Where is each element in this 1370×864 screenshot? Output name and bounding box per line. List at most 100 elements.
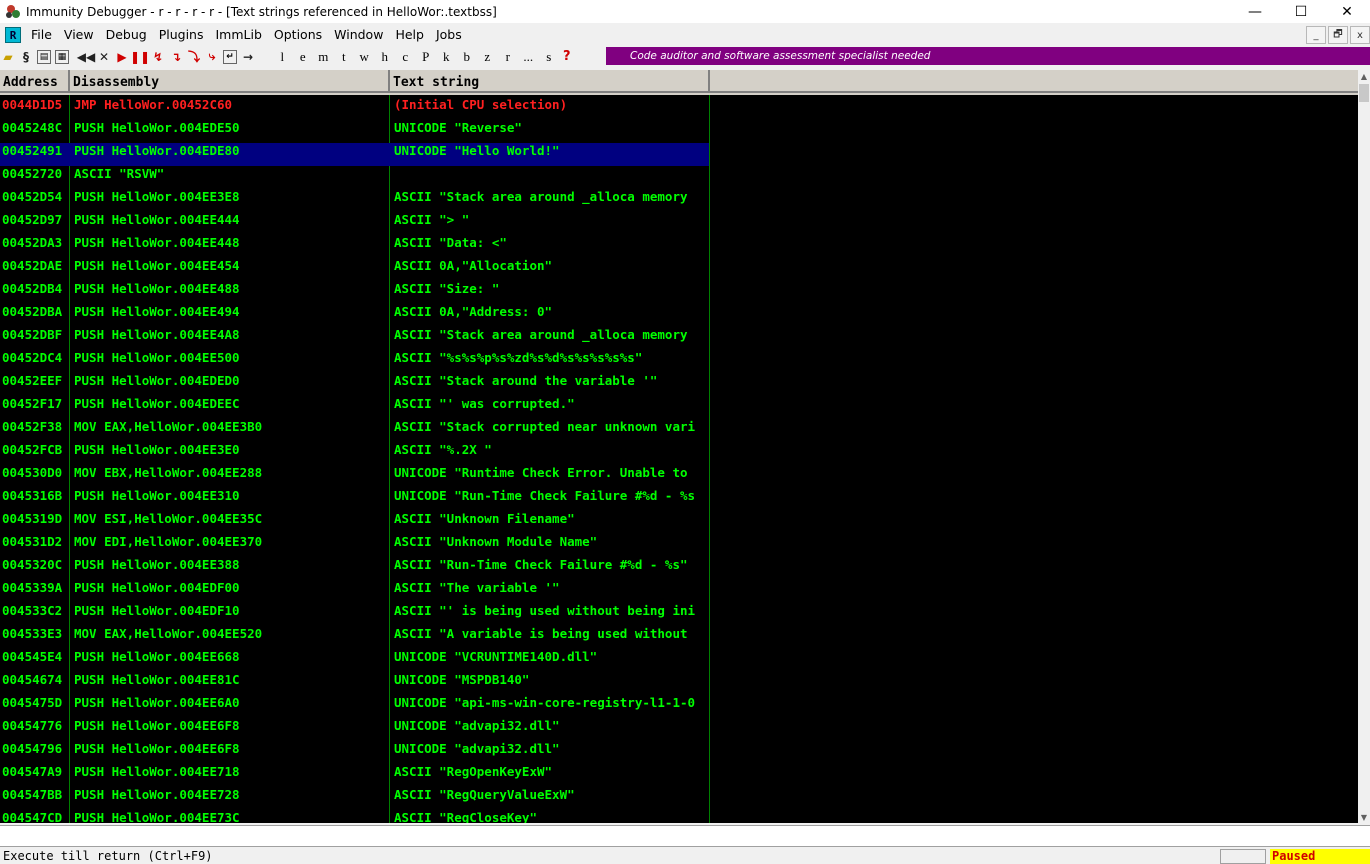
row-address: 004533C2 — [2, 603, 63, 618]
column-header-address[interactable]: Address — [0, 70, 70, 93]
status-panel — [1220, 849, 1266, 864]
row-disassembly: MOV EAX,HelloWor.004EE520 — [74, 626, 263, 641]
row-text-string: ASCII "Stack corrupted near unknown vari — [394, 419, 696, 434]
scroll-down-arrow-icon[interactable]: ▼ — [1358, 811, 1370, 823]
row-text-string: ASCII "RegQueryValueExW" — [394, 787, 575, 802]
restart-icon[interactable]: ◀◀ — [77, 49, 95, 65]
child-restore-button[interactable]: 🗗 — [1328, 26, 1348, 44]
row-disassembly: PUSH HelloWor.004EE488 — [74, 281, 240, 296]
row-disassembly: MOV EAX,HelloWor.004EE3B0 — [74, 419, 263, 434]
pycommand-window-icon[interactable]: ▤ — [37, 49, 51, 64]
close-button[interactable]: ✕ — [1324, 0, 1370, 23]
child-close-button[interactable]: x — [1350, 26, 1370, 44]
row-disassembly: PUSH HelloWor.004EDF00 — [74, 580, 240, 595]
row-text-string: ASCII "RegCloseKey" — [394, 810, 537, 823]
row-address: 00452DAE — [2, 258, 63, 273]
text-strings-listing[interactable]: Address Disassembly Text string 0044D1D5… — [0, 70, 1358, 823]
row-disassembly: PUSH HelloWor.004EDE50 — [74, 120, 240, 135]
cpu-button[interactable]: c — [395, 49, 416, 65]
window-letter-buttons: l e m t w h c P k b z r ... s — [272, 49, 559, 65]
row-text-string: ASCII "Unknown Filename" — [394, 511, 575, 526]
log-window-icon[interactable]: ▦ — [55, 49, 69, 64]
source-button[interactable]: s — [539, 49, 560, 65]
references-button[interactable]: r — [498, 49, 519, 65]
row-text-string: ASCII "Run-Time Check Failure #%d - %s" — [394, 557, 688, 572]
row-disassembly: PUSH HelloWor.004EE6F8 — [74, 741, 240, 756]
row-disassembly: PUSH HelloWor.004EE81C — [74, 672, 240, 687]
python-script-icon[interactable]: § — [18, 49, 34, 65]
run-icon[interactable]: ▶ — [114, 49, 130, 65]
executable-modules-button[interactable]: e — [293, 49, 314, 65]
row-disassembly: PUSH HelloWor.004EE4A8 — [74, 327, 240, 342]
close-debuggee-icon[interactable]: ✕ — [96, 49, 112, 65]
log-window-button[interactable]: l — [272, 49, 293, 65]
row-address: 00452FCB — [2, 442, 63, 457]
scroll-up-arrow-icon[interactable]: ▲ — [1358, 70, 1370, 82]
row-address: 0044D1D5 — [2, 97, 63, 112]
open-folder-icon[interactable]: ▰ — [0, 49, 16, 65]
column-header-text-string[interactable]: Text string — [390, 70, 710, 93]
immunity-logo-icon — [6, 4, 20, 19]
row-address: 0045316B — [2, 488, 63, 503]
row-disassembly: PUSH HelloWor.004EE6F8 — [74, 718, 240, 733]
menu-window[interactable]: Window — [328, 25, 389, 45]
row-disassembly: PUSH HelloWor.004EDF10 — [74, 603, 240, 618]
menu-view[interactable]: View — [58, 25, 100, 45]
menu-debug[interactable]: Debug — [100, 25, 153, 45]
maximize-button[interactable]: ☐ — [1278, 0, 1324, 23]
row-text-string: ASCII "RegOpenKeyExW" — [394, 764, 553, 779]
scrollbar-thumb[interactable] — [1359, 84, 1369, 102]
menu-immlib[interactable]: ImmLib — [209, 25, 267, 45]
go-to-icon[interactable]: → — [240, 49, 256, 65]
row-disassembly: PUSH HelloWor.004EE728 — [74, 787, 240, 802]
listing-header: Address Disassembly Text string — [0, 70, 1358, 95]
row-text-string: ASCII "Size: " — [394, 281, 500, 296]
row-address: 0045475D — [2, 695, 63, 710]
breakpoints-button[interactable]: b — [457, 49, 478, 65]
execute-till-return-icon[interactable]: ↵ — [223, 49, 237, 64]
row-disassembly: ASCII "RSVW" — [74, 166, 165, 181]
ad-banner[interactable]: Code auditor and software assessment spe… — [606, 47, 1370, 65]
help-icon[interactable]: ? — [563, 49, 571, 64]
vertical-scrollbar[interactable]: ▲ ▼ — [1358, 70, 1370, 823]
row-text-string: ASCII "A variable is being used without — [394, 626, 688, 641]
patches-button[interactable]: P — [416, 49, 437, 65]
menu-file[interactable]: File — [25, 25, 58, 45]
row-address: 004533E3 — [2, 626, 63, 641]
row-disassembly: PUSH HelloWor.004EE3E8 — [74, 189, 240, 204]
row-text-string: ASCII "%.2X " — [394, 442, 492, 457]
command-input[interactable] — [0, 825, 1370, 847]
minimize-button[interactable]: — — [1232, 0, 1278, 23]
row-text-string: ASCII "' is being used without being ini — [394, 603, 696, 618]
toolbar: ▰ § ▤ ▦ ◀◀ ✕ ▶ ❚❚ ↯ ↴ ⤵ ⤷ ↵ → l e m t w … — [0, 47, 1370, 66]
menu-plugins[interactable]: Plugins — [153, 25, 210, 45]
column-divider — [69, 95, 70, 823]
pause-icon[interactable]: ❚❚ — [130, 49, 150, 65]
row-disassembly: PUSH HelloWor.004EE718 — [74, 764, 240, 779]
row-text-string: UNICODE "Runtime Check Error. Unable to — [394, 465, 688, 480]
call-stack-button[interactable]: k — [436, 49, 457, 65]
r-window-icon[interactable]: R — [5, 27, 21, 43]
menu-jobs[interactable]: Jobs — [430, 25, 468, 45]
windows-button[interactable]: w — [354, 49, 375, 65]
row-address: 00454796 — [2, 741, 63, 756]
menu-help[interactable]: Help — [389, 25, 430, 45]
trace-into-icon[interactable]: ⤵ — [186, 49, 202, 65]
row-text-string: ASCII "Unknown Module Name" — [394, 534, 598, 549]
menu-options[interactable]: Options — [268, 25, 328, 45]
row-text-string: UNICODE "advapi32.dll" — [394, 741, 560, 756]
row-address: 004545E4 — [2, 649, 63, 664]
child-minimize-button[interactable]: _ — [1306, 26, 1326, 44]
row-disassembly: PUSH HelloWor.004EDE80 — [74, 143, 240, 158]
hw-breakpoints-button[interactable]: z — [477, 49, 498, 65]
column-header-disassembly[interactable]: Disassembly — [70, 70, 390, 93]
step-into-icon[interactable]: ↯ — [150, 49, 166, 65]
memory-map-button[interactable]: m — [313, 49, 334, 65]
trace-over-icon[interactable]: ⤷ — [204, 49, 220, 65]
step-over-icon[interactable]: ↴ — [168, 49, 184, 65]
threads-button[interactable]: t — [334, 49, 355, 65]
handles-button[interactable]: h — [375, 49, 396, 65]
row-address: 00452DC4 — [2, 350, 63, 365]
row-address: 004530D0 — [2, 465, 63, 480]
run-trace-button[interactable]: ... — [518, 49, 539, 65]
